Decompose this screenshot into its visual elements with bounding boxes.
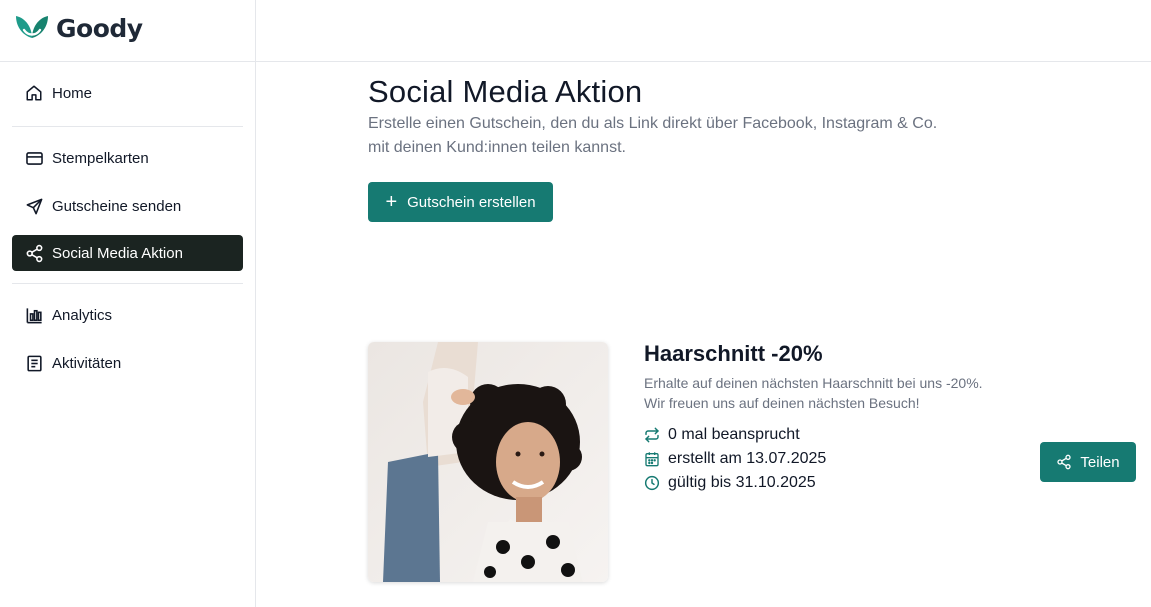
sidebar-item-label: Aktivitäten <box>52 354 122 372</box>
voucher-title: Haarschnitt -20% <box>644 341 823 366</box>
send-icon <box>24 196 44 216</box>
share-button[interactable]: Teilen <box>1040 442 1136 482</box>
create-voucher-button[interactable]: + Gutschein erstellen <box>368 182 553 222</box>
create-voucher-label: Gutschein erstellen <box>407 193 536 211</box>
sidebar-item-label: Analytics <box>52 306 113 324</box>
voucher-created-text: erstellt am 13.07.2025 <box>668 450 827 467</box>
sidebar-divider <box>12 126 243 127</box>
share-icon <box>24 243 44 263</box>
bar-chart-icon <box>24 305 44 325</box>
voucher-description-line1: Erhalte auf deinen nächsten Haarschnitt … <box>644 375 983 391</box>
header-divider <box>0 61 1151 62</box>
voucher-description-line2: Wir freuen uns auf deinen nächsten Besuc… <box>644 395 920 411</box>
sidebar-item-analytics[interactable]: Analytics <box>12 297 243 333</box>
sidebar: Goody Home Stempelkarten Gutscheine send… <box>0 0 256 607</box>
credit-card-icon <box>24 148 44 168</box>
sidebar-item-social-media-aktion[interactable]: Social Media Aktion <box>12 235 243 271</box>
list-icon <box>24 353 44 373</box>
clock-icon <box>644 475 660 491</box>
sidebar-item-aktivitaeten[interactable]: Aktivitäten <box>12 345 243 381</box>
sidebar-item-home[interactable]: Home <box>12 75 243 111</box>
voucher-valid-text: gültig bis 31.10.2025 <box>668 474 816 491</box>
voucher-description: Erhalte auf deinen nächsten Haarschnitt … <box>644 373 1024 413</box>
goody-leaf-icon <box>16 16 48 38</box>
voucher-valid: gültig bis 31.10.2025 <box>644 474 816 492</box>
goody-logo[interactable]: Goody <box>12 8 143 48</box>
sidebar-item-gutscheine-senden[interactable]: Gutscheine senden <box>12 188 243 224</box>
sidebar-item-label: Gutscheine senden <box>52 197 182 215</box>
sidebar-item-label: Home <box>52 84 93 102</box>
sidebar-item-stempelkarten[interactable]: Stempelkarten <box>12 140 243 176</box>
voucher-claimed-text: 0 mal beansprucht <box>668 426 800 443</box>
app-name: Goody <box>56 13 143 43</box>
sidebar-divider <box>12 283 243 284</box>
share-icon <box>1056 454 1072 470</box>
voucher-claimed: 0 mal beansprucht <box>644 426 800 444</box>
voucher-image <box>368 342 608 582</box>
calendar-icon <box>644 451 660 467</box>
page-title: Social Media Aktion <box>368 74 643 109</box>
home-icon <box>24 83 44 103</box>
sidebar-item-label: Stempelkarten <box>52 149 149 167</box>
plus-icon: + <box>385 191 398 213</box>
share-button-label: Teilen <box>1080 453 1120 471</box>
voucher-created: erstellt am 13.07.2025 <box>644 450 826 468</box>
repeat-icon <box>644 427 660 443</box>
sidebar-item-label: Social Media Aktion <box>52 244 183 262</box>
page-subtitle: Erstelle einen Gutschein, den du als Lin… <box>368 115 938 156</box>
